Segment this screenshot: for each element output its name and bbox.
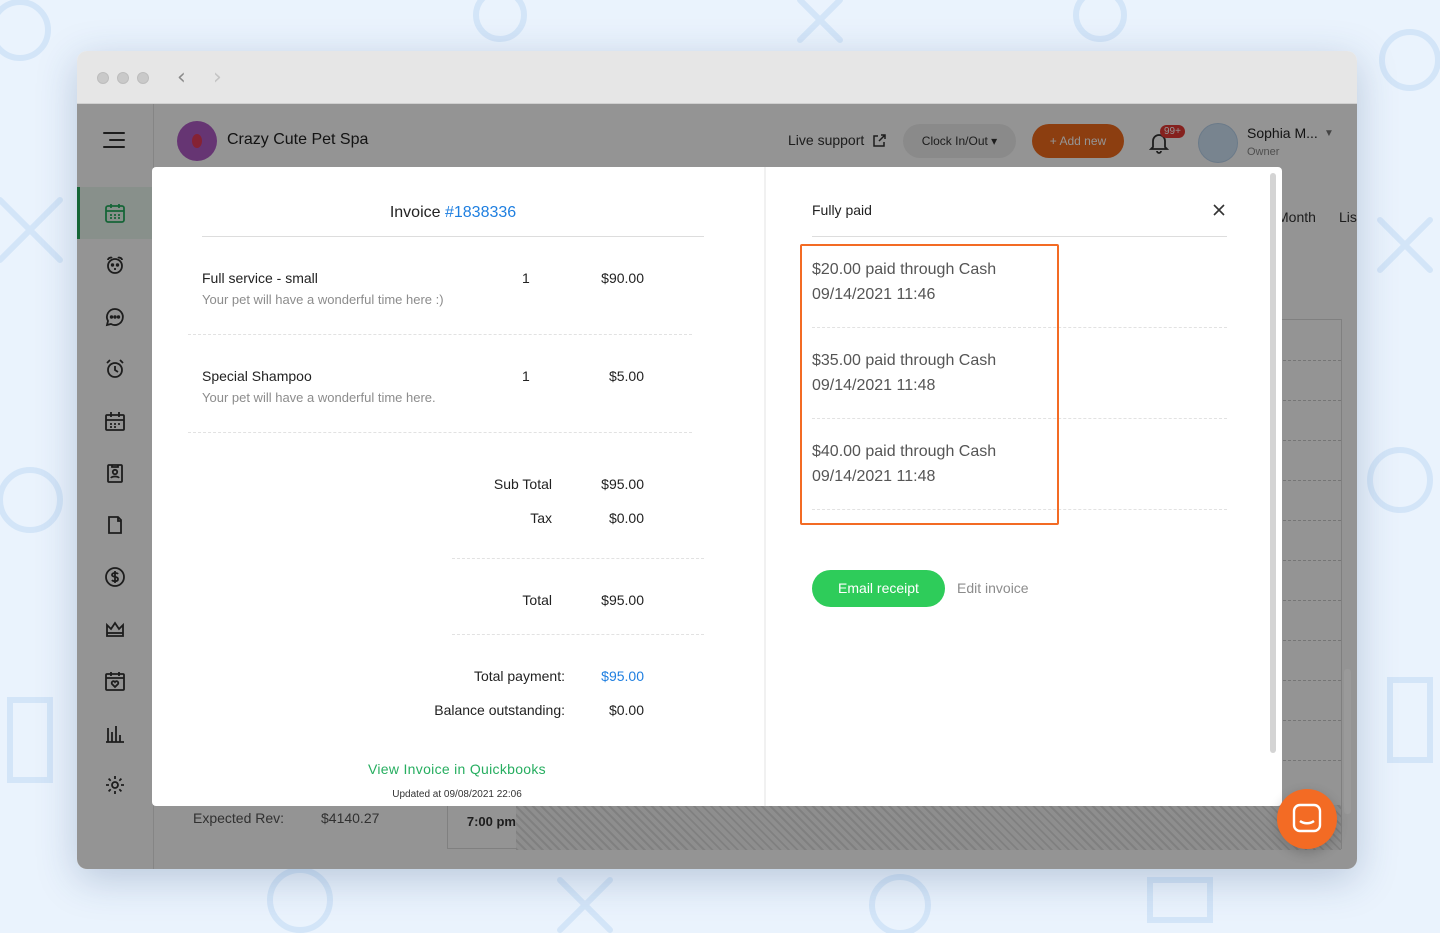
messenger-launcher-button[interactable] — [1277, 789, 1337, 849]
invoice-modal: Invoice #1838336 Full service - small Yo… — [152, 167, 1282, 806]
divider — [188, 334, 692, 335]
window-close-dot[interactable] — [97, 72, 109, 84]
tax-value: $0.00 — [608, 510, 644, 526]
modal-scrollbar[interactable] — [1270, 173, 1276, 753]
browser-window: ‹ › Crazy Cute Pet Spa Live support Cloc… — [77, 51, 1357, 869]
divider — [452, 634, 704, 635]
item-qty: 1 — [522, 368, 530, 384]
total-payment-value[interactable]: $95.00 — [601, 668, 644, 684]
payments-highlight-box — [800, 244, 1059, 525]
item-description: Your pet will have a wonderful time here… — [202, 390, 436, 405]
window-minimize-dot[interactable] — [117, 72, 129, 84]
divider — [188, 432, 692, 433]
email-receipt-button[interactable]: Email receipt — [812, 570, 945, 607]
app-content: Crazy Cute Pet Spa Live support Clock In… — [77, 104, 1357, 869]
payment-status-title: Fully paid — [812, 202, 872, 218]
balance-outstanding-label: Balance outstanding: — [434, 702, 565, 718]
subtotal-label: Sub Total — [493, 476, 552, 492]
page-scrollbar[interactable] — [1344, 669, 1351, 814]
total-payment-label: Total payment: — [473, 668, 565, 684]
total-value: $95.00 — [601, 592, 644, 608]
divider — [202, 236, 704, 237]
messenger-icon — [1292, 803, 1322, 833]
subtotal-value: $95.00 — [601, 476, 644, 492]
item-price: $5.00 — [608, 368, 644, 384]
edit-invoice-link[interactable]: Edit invoice — [957, 580, 1029, 596]
item-description: Your pet will have a wonderful time here… — [202, 292, 444, 307]
back-arrow-icon[interactable]: ‹ — [177, 65, 186, 90]
divider — [452, 558, 704, 559]
invoice-title: Invoice #1838336 — [202, 204, 704, 222]
view-in-quickbooks-link[interactable]: View Invoice in Quickbooks — [202, 761, 712, 777]
tax-label: Tax — [530, 510, 552, 526]
divider — [812, 236, 1227, 237]
invoice-number-link[interactable]: #1838336 — [445, 204, 516, 221]
forward-arrow-icon[interactable]: › — [213, 65, 222, 90]
balance-outstanding-value: $0.00 — [608, 702, 644, 718]
window-zoom-dot[interactable] — [137, 72, 149, 84]
modal-divider — [764, 167, 766, 806]
item-qty: 1 — [522, 270, 530, 286]
total-label: Total — [522, 592, 552, 608]
close-icon[interactable] — [1210, 201, 1228, 219]
item-name: Full service - small — [202, 270, 318, 286]
item-price: $90.00 — [601, 270, 644, 286]
browser-titlebar: ‹ › — [77, 51, 1357, 104]
item-name: Special Shampoo — [202, 368, 312, 384]
updated-at-text: Updated at 09/08/2021 22:06 — [392, 789, 522, 800]
invoice-title-label: Invoice — [389, 204, 441, 221]
